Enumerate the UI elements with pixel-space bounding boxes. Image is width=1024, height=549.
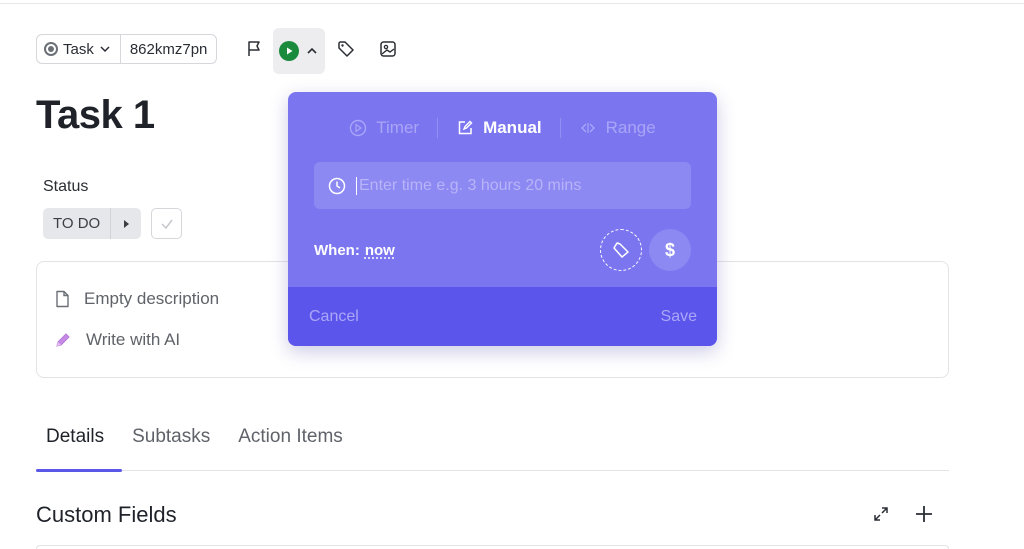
task-type-button[interactable]: Task bbox=[37, 35, 121, 63]
chevron-up-icon bbox=[307, 47, 317, 54]
task-tabs: Details Subtasks Action Items bbox=[36, 418, 949, 472]
status-label: Status bbox=[43, 178, 89, 195]
custom-fields-actions bbox=[872, 504, 934, 529]
mode-timer-label: Timer bbox=[376, 118, 420, 137]
task-type-icon bbox=[44, 42, 58, 56]
status-value: TO DO bbox=[43, 208, 112, 239]
range-icon bbox=[580, 123, 595, 133]
time-mode-tabs: Timer Manual Range bbox=[288, 118, 717, 138]
mode-manual[interactable]: Manual bbox=[438, 118, 560, 138]
write-with-ai-row[interactable]: Write with AI bbox=[54, 330, 180, 350]
empty-description-label: Empty description bbox=[84, 289, 220, 308]
complete-check-button[interactable] bbox=[151, 208, 183, 239]
tag-icon bbox=[613, 242, 629, 258]
tab-subtasks[interactable]: Subtasks bbox=[122, 418, 228, 471]
popup-footer: Cancel Save bbox=[288, 287, 717, 346]
time-input[interactable] bbox=[356, 176, 676, 195]
expand-icon[interactable] bbox=[872, 505, 890, 528]
check-icon bbox=[161, 219, 173, 229]
edit-icon bbox=[458, 120, 473, 135]
play-circle-icon bbox=[350, 119, 367, 137]
status-row: TO DO bbox=[43, 208, 183, 239]
status-button[interactable]: TO DO bbox=[43, 208, 142, 239]
when-row: When: now bbox=[314, 242, 395, 259]
flag-icon[interactable] bbox=[243, 38, 265, 60]
clock-icon bbox=[328, 177, 346, 194]
top-divider bbox=[0, 3, 1024, 4]
document-icon bbox=[56, 290, 69, 308]
time-tracking-toggle[interactable] bbox=[273, 28, 326, 74]
time-tracking-popup: Timer Manual Range When: now $ Cancel Sa… bbox=[288, 92, 717, 346]
billable-button[interactable]: $ bbox=[649, 229, 691, 271]
custom-fields-panel bbox=[36, 545, 949, 549]
task-type-group: Task 862kmz7pn bbox=[36, 34, 218, 64]
when-value-button[interactable]: now bbox=[365, 242, 395, 259]
caret-right-icon[interactable] bbox=[111, 208, 141, 239]
pencil-icon bbox=[56, 333, 70, 347]
custom-fields-title: Custom Fields bbox=[36, 502, 177, 527]
time-entry-field bbox=[314, 162, 691, 209]
time-tag-button[interactable] bbox=[600, 229, 642, 271]
task-toolbar: Task 862kmz7pn bbox=[36, 28, 399, 74]
mode-manual-label: Manual bbox=[483, 118, 542, 137]
cancel-button[interactable]: Cancel bbox=[309, 308, 359, 326]
tag-icon[interactable] bbox=[335, 38, 357, 60]
write-with-ai-label: Write with AI bbox=[86, 330, 181, 349]
add-custom-field-icon[interactable] bbox=[914, 504, 934, 529]
empty-description-row[interactable]: Empty description bbox=[54, 289, 219, 309]
chevron-down-icon bbox=[100, 46, 110, 53]
tab-details[interactable]: Details bbox=[36, 418, 123, 472]
mode-timer[interactable]: Timer bbox=[331, 118, 437, 138]
play-icon bbox=[279, 41, 300, 61]
save-button[interactable]: Save bbox=[661, 308, 697, 326]
mode-range[interactable]: Range bbox=[561, 118, 674, 138]
tab-action-items[interactable]: Action Items bbox=[228, 418, 361, 471]
image-icon[interactable] bbox=[377, 38, 399, 60]
when-label: When: bbox=[314, 242, 360, 259]
task-type-label: Task bbox=[63, 40, 94, 58]
task-id-button[interactable]: 862kmz7pn bbox=[121, 35, 217, 63]
mode-range-label: Range bbox=[605, 118, 656, 137]
task-title[interactable]: Task 1 bbox=[36, 93, 155, 138]
